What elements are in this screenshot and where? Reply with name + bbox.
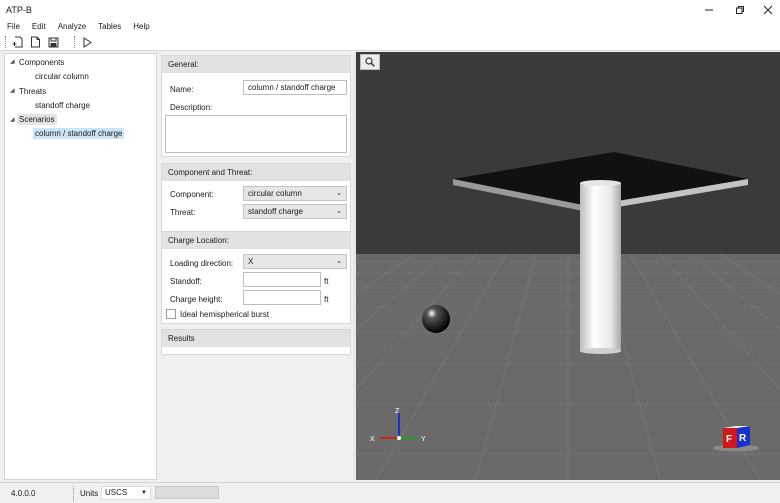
name-label: Name:: [170, 85, 194, 94]
save-icon: [48, 37, 58, 47]
name-input[interactable]: column / standoff charge: [243, 80, 347, 95]
component-threat-header: Component and Threat:: [162, 164, 350, 181]
run-button[interactable]: [80, 35, 94, 49]
menu-analyze[interactable]: Analyze: [58, 20, 86, 33]
restore-icon: [736, 6, 744, 14]
tree-item-circular-column[interactable]: circular column: [35, 71, 89, 82]
menu-file[interactable]: File: [7, 20, 20, 33]
magnifier-icon: [365, 57, 375, 67]
status-bar: 4.0.0.0 Units USCS ▼: [0, 482, 780, 503]
units-select-value: USCS: [105, 488, 128, 497]
title-bar: ATP-B: [0, 0, 780, 20]
component-threat-group: Component and Threat: Component: circula…: [161, 163, 351, 233]
project-tree: ◢ Components circular column ◢ Threats s…: [4, 53, 157, 480]
tree-item-scenarios[interactable]: Scenarios: [17, 114, 57, 125]
threat-select-value: standoff charge: [248, 207, 304, 216]
ideal-burst-checkbox[interactable]: [166, 309, 176, 319]
properties-panel: General: Name: column / standoff charge …: [160, 53, 352, 480]
chevron-down-icon: ⌄: [336, 258, 342, 265]
component-select[interactable]: circular column ⌄: [243, 186, 347, 201]
scene-canvas: Z Y X F R: [356, 52, 780, 480]
dropdown-arrow-icon: ▼: [141, 490, 147, 496]
new-button[interactable]: [10, 35, 24, 49]
open-document-icon: [30, 36, 40, 48]
expand-arrow-icon[interactable]: ◢: [10, 116, 15, 123]
standoff-unit: ft: [324, 277, 329, 286]
description-label: Description:: [170, 103, 213, 112]
maximize-button[interactable]: [729, 2, 751, 18]
tree-item-components[interactable]: Components: [19, 57, 64, 68]
tree-item-standoff-charge[interactable]: standoff charge: [35, 100, 90, 111]
expand-arrow-icon[interactable]: ◢: [10, 87, 15, 94]
threat-select[interactable]: standoff charge ⌄: [243, 204, 347, 219]
toolbar: [0, 33, 780, 51]
charge-location-group: Charge Location: Loading direction: X ⌄ …: [161, 231, 351, 324]
loading-direction-select[interactable]: X ⌄: [243, 254, 347, 269]
new-document-icon: [12, 36, 22, 48]
play-icon: [83, 36, 92, 48]
save-button[interactable]: [46, 35, 60, 49]
view-cube-right: R: [739, 433, 747, 444]
version-label: 4.0.0.0: [11, 489, 36, 498]
progress-bar: [155, 486, 219, 499]
axis-y-label: Y: [421, 436, 426, 443]
units-select[interactable]: USCS ▼: [101, 486, 151, 500]
loading-direction-label: Loading direction:: [170, 259, 234, 268]
window-title: ATP-B: [6, 5, 32, 15]
menu-bar: File Edit Analyze Tables Help: [0, 20, 780, 33]
minimize-icon: [705, 9, 713, 11]
sky-background: [356, 52, 780, 254]
component-select-value: circular column: [248, 189, 302, 198]
minimize-button[interactable]: [698, 2, 720, 18]
charge-height-label: Charge height:: [170, 295, 223, 304]
tree-item-threats[interactable]: Threats: [19, 86, 46, 97]
units-label: Units: [80, 489, 99, 498]
charge-height-input[interactable]: [243, 290, 321, 305]
standoff-input[interactable]: [243, 272, 321, 287]
general-header: General:: [162, 56, 350, 73]
status-separator: [73, 486, 74, 501]
charge-location-header: Charge Location:: [162, 232, 350, 249]
loading-direction-value: X: [248, 257, 254, 266]
charge-sphere: [422, 305, 450, 333]
menu-help[interactable]: Help: [133, 20, 149, 33]
toolbar-grip-2[interactable]: [74, 36, 75, 48]
threat-label: Threat:: [170, 208, 196, 217]
ideal-burst-label: Ideal hemispherical burst: [180, 310, 269, 319]
results-header[interactable]: Results: [162, 330, 350, 347]
view-cube-front: F: [726, 434, 732, 445]
component-label: Component:: [170, 190, 214, 199]
axis-x-label: X: [370, 436, 375, 443]
open-button[interactable]: [28, 35, 42, 49]
chevron-down-icon: ⌄: [336, 208, 342, 215]
chevron-down-icon: ⌄: [336, 190, 342, 197]
charge-height-unit: ft: [324, 295, 329, 304]
description-input[interactable]: [165, 115, 347, 153]
results-group: Results: [161, 329, 351, 355]
standoff-label: Standoff:: [170, 277, 202, 286]
axis-z-label: Z: [395, 408, 400, 415]
toolbar-grip[interactable]: [5, 36, 6, 48]
menu-edit[interactable]: Edit: [32, 20, 46, 33]
zoom-button[interactable]: [360, 54, 380, 70]
column-model: [580, 180, 621, 354]
close-icon: [763, 5, 773, 15]
3d-viewport[interactable]: Z Y X F R: [356, 52, 780, 480]
expand-arrow-icon[interactable]: ◢: [10, 58, 15, 65]
menu-tables[interactable]: Tables: [98, 20, 121, 33]
close-button[interactable]: [757, 2, 779, 18]
general-group: General: Name: column / standoff charge …: [161, 55, 351, 157]
tree-item-column-standoff-charge[interactable]: column / standoff charge: [33, 128, 125, 139]
